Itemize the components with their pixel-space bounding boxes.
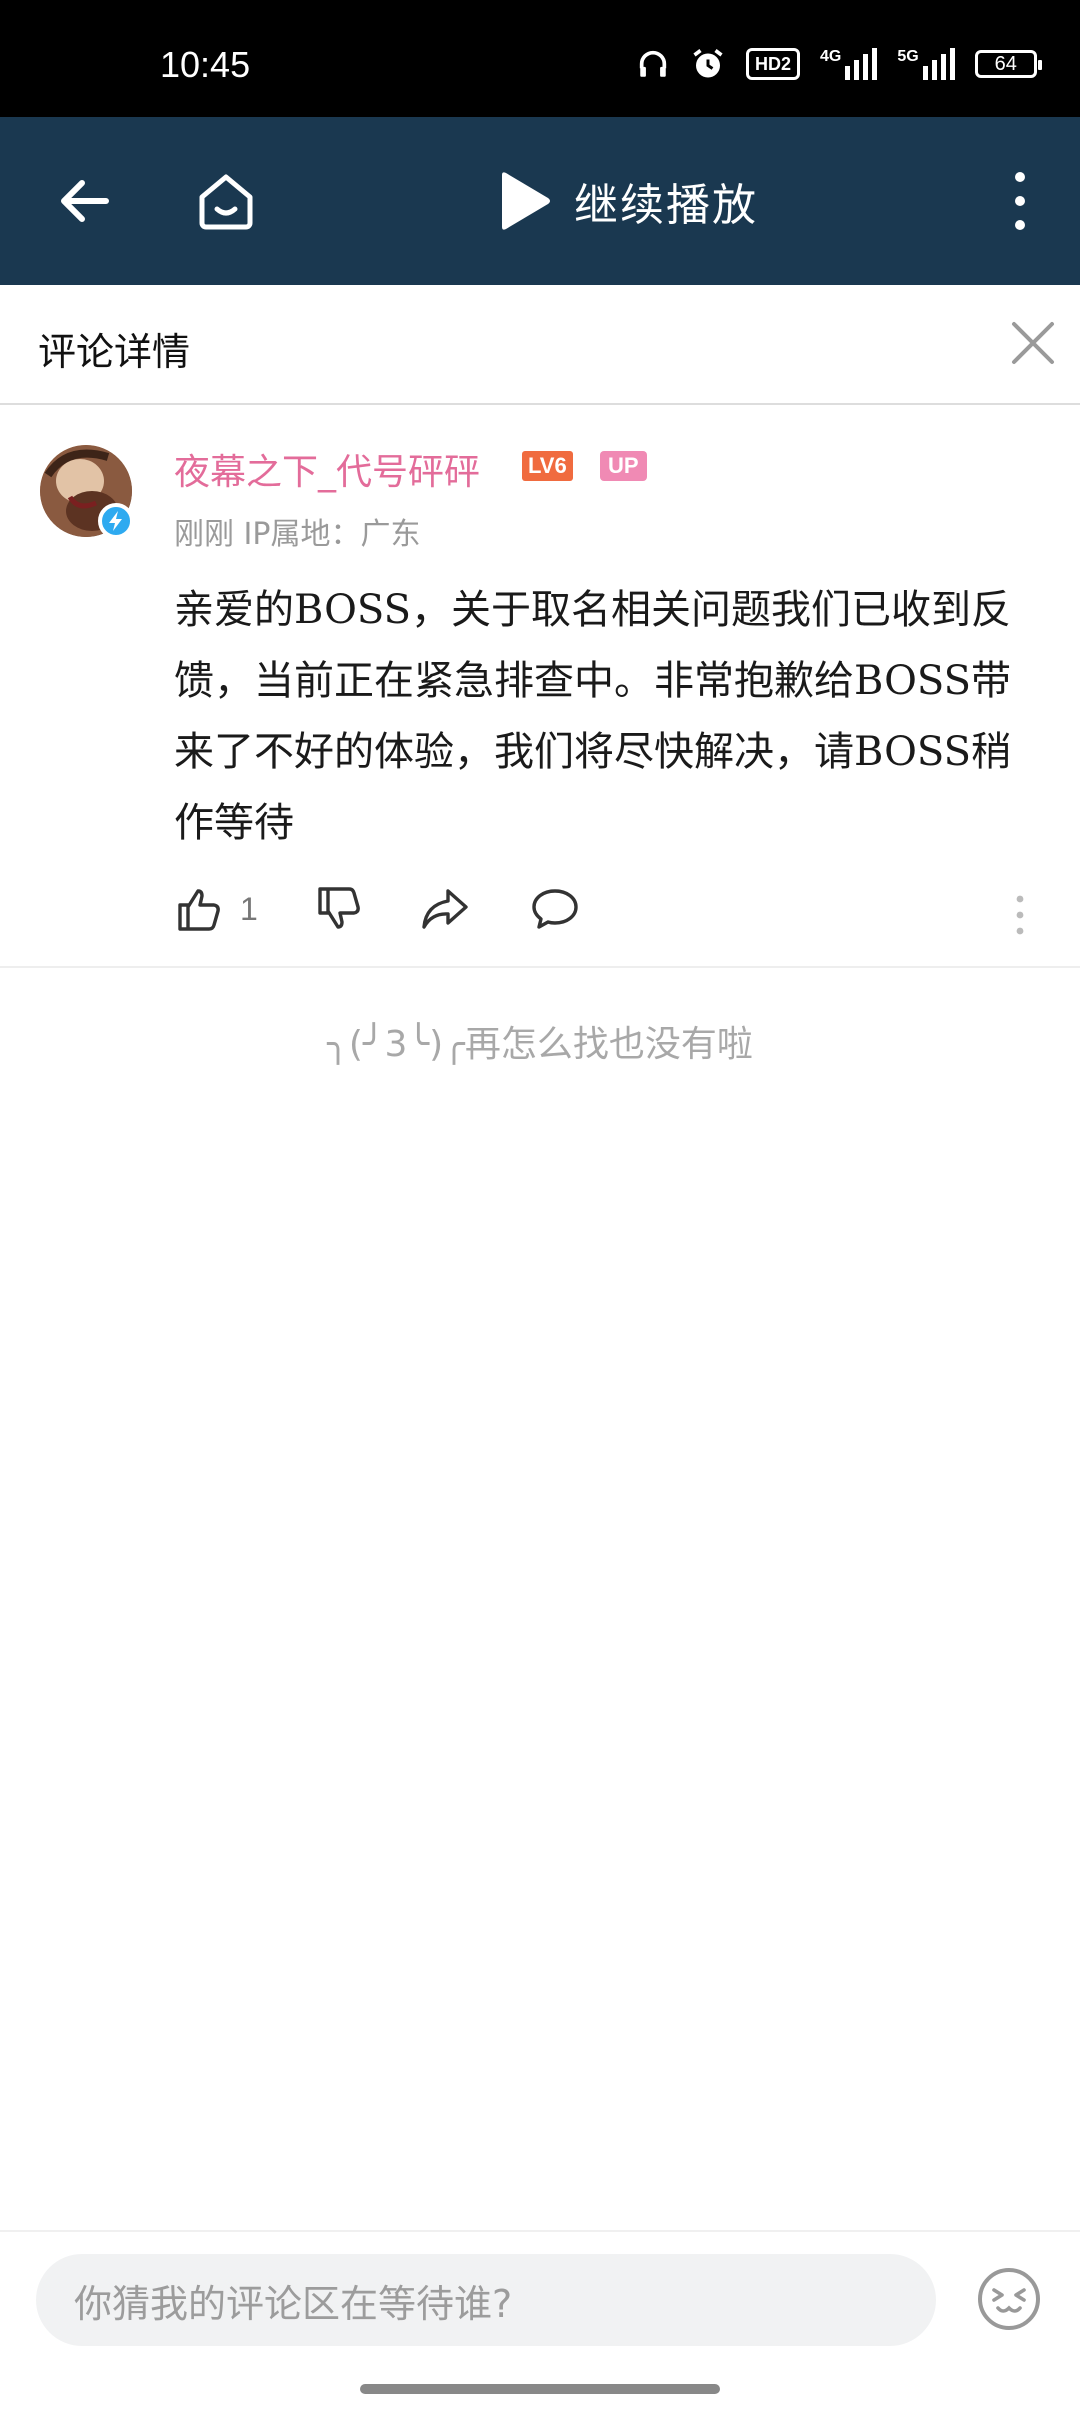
battery-icon: 64 — [974, 50, 1042, 78]
comment-item: 夜幕之下_代号砰砰 LV6 UP 刚刚 IP属地：广东 亲爱的BOSS，关于取名… — [0, 405, 1080, 968]
network-type-label: 5G — [897, 48, 919, 65]
back-button[interactable] — [52, 169, 116, 233]
network-type-label: 4G — [820, 48, 842, 65]
dislike-button[interactable] — [314, 885, 362, 933]
play-icon — [502, 172, 550, 230]
resume-playback-button[interactable]: 继续播放 — [496, 165, 758, 237]
signal-4g-icon: 4G — [820, 48, 878, 80]
home-indicator[interactable] — [360, 2384, 720, 2394]
signal-5g-icon: 5G — [897, 48, 955, 80]
share-icon — [422, 889, 468, 929]
uploader-badge: UP — [600, 451, 647, 481]
like-count: 1 — [240, 890, 258, 927]
comment-actions: 1 — [174, 885, 1054, 945]
status-bar: 10:45 HD2 4G 5G 64 — [0, 0, 1080, 117]
comment-input-placeholder: 你猜我的评论区在等待谁? — [74, 2281, 513, 2326]
share-button[interactable] — [420, 885, 470, 933]
verified-badge — [98, 503, 134, 539]
thumbs-up-icon — [178, 889, 220, 931]
status-time: 10:45 — [160, 44, 251, 85]
comment-meta: 刚刚 IP属地：广东 — [174, 517, 421, 552]
reply-button[interactable] — [530, 885, 580, 933]
status-icons: HD2 4G 5G 64 — [636, 46, 1042, 82]
home-button[interactable] — [190, 165, 262, 237]
close-button[interactable] — [1008, 318, 1058, 372]
like-button[interactable]: 1 — [174, 885, 258, 933]
emoji-button[interactable] — [976, 2266, 1042, 2332]
home-icon — [199, 174, 253, 230]
more-options-button[interactable] — [1000, 167, 1040, 235]
comment-more-button[interactable] — [1010, 893, 1030, 941]
comment-bubble-icon — [532, 889, 578, 929]
more-vertical-icon — [1016, 895, 1024, 935]
alarm-icon — [693, 49, 723, 78]
comment-input-bar: 你猜我的评论区在等待谁? — [0, 2230, 1080, 2412]
comment-username[interactable]: 夜幕之下_代号砰砰 — [174, 443, 480, 495]
headphones-icon — [639, 50, 667, 77]
more-vertical-icon — [1015, 172, 1025, 230]
end-of-list-message: ╮(╯3╰)╭再怎么找也没有啦 — [327, 1024, 753, 1065]
resume-label: 继续播放 — [574, 180, 758, 231]
lightning-icon — [109, 511, 122, 531]
emoji-icon — [978, 2268, 1040, 2330]
app-bar: 继续播放 — [0, 117, 1080, 285]
panel-title: 评论详情 — [38, 330, 191, 374]
hd-voice-badge: HD2 — [746, 48, 801, 80]
battery-level: 64 — [994, 52, 1017, 75]
comment-text: 亲爱的BOSS，关于取名相关问题我们已收到反馈，当前正在紧急排查中。非常抱歉给B… — [174, 587, 1012, 846]
avatar[interactable] — [40, 445, 134, 539]
back-arrow-icon — [61, 180, 109, 222]
comment-input[interactable]: 你猜我的评论区在等待谁? — [36, 2254, 936, 2346]
level-badge: LV6 — [522, 451, 573, 481]
thumbs-down-icon — [318, 887, 360, 929]
close-icon — [1012, 322, 1054, 364]
panel-header: 评论详情 — [0, 285, 1080, 405]
